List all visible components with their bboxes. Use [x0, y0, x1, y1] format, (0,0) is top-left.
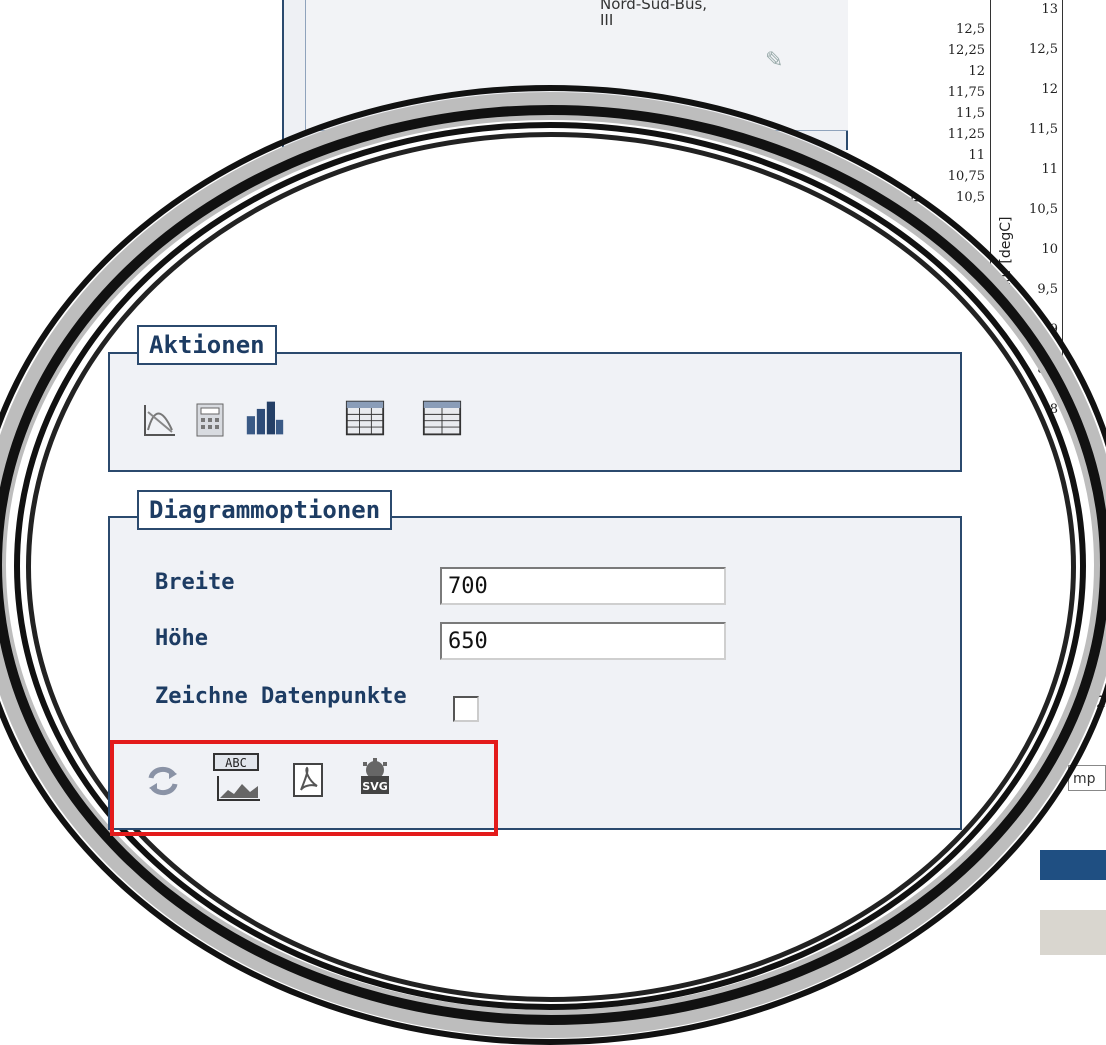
tick-left-label: 12,25 [947, 43, 985, 58]
table-icon[interactable] [345, 398, 385, 438]
tick-right-label: 12,5 [1029, 42, 1058, 57]
diagrammoptionen-legend: Diagrammoptionen [137, 490, 393, 530]
axis-line-left [990, 0, 991, 420]
bar-chart-icon[interactable] [245, 398, 285, 438]
right-edge-input[interactable]: mp [1068, 765, 1106, 791]
tick-right-label: 13 [1041, 2, 1058, 17]
tick-right-label: 8,5 [1037, 362, 1058, 377]
tick-left-label: 12 [968, 64, 985, 79]
highlight-box [110, 740, 498, 836]
tick-right-label: 8 [1049, 402, 1058, 417]
tick-left-label: 10,75 [947, 169, 985, 184]
tick-left-label: 11,5 [956, 106, 985, 121]
calculator-icon[interactable] [190, 400, 230, 440]
tick-right-label: 11 [1041, 162, 1058, 177]
table-alt-icon[interactable] [422, 398, 462, 438]
background-legend-line1: Nord-Süd-Bus, [600, 0, 708, 13]
tick-right-label: 9,5 [1037, 282, 1058, 297]
tick-right-label: 10,5 [1029, 202, 1058, 217]
height-input[interactable] [440, 622, 726, 660]
y-axis-label-right: peratur [degC] [998, 216, 1014, 321]
tick-left-label: 11,75 [947, 85, 985, 100]
tick-left-label: 12,5 [956, 22, 985, 37]
bottom-gray-bar [1040, 910, 1106, 955]
height-label: Höhe [155, 626, 208, 651]
tick-right-label: 11,5 [1029, 122, 1058, 137]
tick-left-label: 10,5 [956, 190, 985, 205]
tick-right-label: 12 [1041, 82, 1058, 97]
aktionen-fieldset [108, 352, 962, 472]
background-legend: Nord-Süd-Bus, III [600, 0, 707, 28]
tick-left-label: 11,25 [947, 127, 985, 142]
y-axis-label-left: T [910, 196, 926, 205]
tick-right-label: 9 [1049, 322, 1058, 337]
axis-line-right [1062, 0, 1063, 420]
chart-curve-icon[interactable] [140, 400, 180, 440]
right-edge-char: 2 [1096, 692, 1106, 711]
background-legend-line2: III [600, 11, 614, 29]
width-input[interactable] [440, 567, 726, 605]
aktionen-legend: Aktionen [137, 325, 277, 365]
width-label: Breite [155, 570, 235, 595]
bottom-blue-bar [1040, 850, 1106, 880]
tick-left-label: 11 [968, 148, 985, 163]
datapoints-checkbox[interactable] [453, 696, 479, 722]
pencil-icon[interactable]: ✎ [765, 48, 783, 73]
tick-right-label: 10 [1041, 242, 1058, 257]
datapoints-label: Zeichne Datenpunkte [155, 684, 407, 709]
